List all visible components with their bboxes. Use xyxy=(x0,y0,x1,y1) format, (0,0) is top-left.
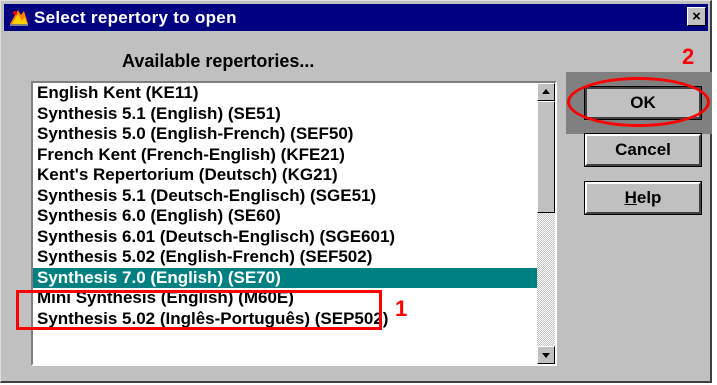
title-bar[interactable]: Select repertory to open × xyxy=(4,4,708,31)
close-icon: × xyxy=(692,8,701,25)
arrow-down-icon xyxy=(542,353,550,358)
list-item[interactable]: French Kent (French-English) (KFE21) xyxy=(33,145,539,166)
app-icon xyxy=(8,7,30,28)
vertical-scrollbar[interactable] xyxy=(537,83,555,364)
list-item[interactable]: Synthesis 5.1 (English) (SE51) xyxy=(33,104,539,125)
list-item[interactable]: English Kent (KE11) xyxy=(33,83,539,104)
list-item[interactable]: Synthesis 5.1 (Deutsch-Englisch) (SGE51) xyxy=(33,186,539,207)
list-item-selected[interactable]: Synthesis 7.0 (English) (SE70) xyxy=(33,267,539,288)
list-item[interactable]: Synthesis 6.01 (Deutsch-Englisch) (SGE60… xyxy=(33,227,539,248)
scroll-down-button[interactable] xyxy=(537,346,555,364)
help-mnemonic: H xyxy=(624,188,637,207)
list-item[interactable]: Synthesis 5.02 (English-French) (SEF502) xyxy=(33,247,539,268)
list-heading: Available repertories... xyxy=(122,51,315,71)
help-label-rest: elp xyxy=(636,188,662,207)
help-button[interactable]: Help xyxy=(584,181,702,215)
scroll-up-button[interactable] xyxy=(537,83,555,101)
cancel-button[interactable]: Cancel xyxy=(584,133,702,167)
list-item[interactable]: Kent's Repertorium (Deutsch) (KG21) xyxy=(33,165,539,186)
list-item[interactable]: Synthesis 6.0 (English) (SE60) xyxy=(33,206,539,227)
close-button[interactable]: × xyxy=(687,7,706,26)
annotation-marker-2: 2 xyxy=(682,44,695,69)
annotation-ellipse xyxy=(567,77,710,127)
annotation-rectangle xyxy=(16,290,382,330)
window-title: Select repertory to open xyxy=(34,8,237,27)
arrow-up-icon xyxy=(542,89,550,94)
list-item[interactable]: Synthesis 5.0 (English-French) (SEF50) xyxy=(33,124,539,145)
scroll-thumb[interactable] xyxy=(537,101,555,213)
annotation-marker-1: 1 xyxy=(395,296,408,321)
